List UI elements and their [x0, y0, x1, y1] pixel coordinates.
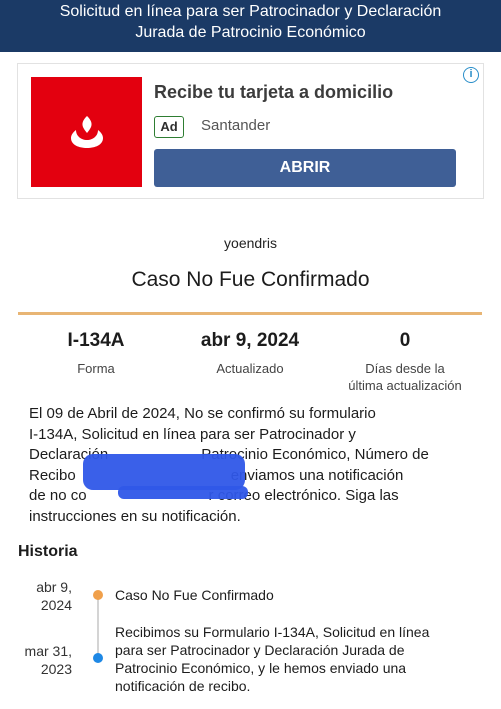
username: yoendris — [224, 235, 277, 251]
history-text: Recibimos su Formulario I-134A, Solicitu… — [115, 624, 430, 694]
ad-title[interactable]: Recibe tu tarjeta a domicilio — [154, 82, 393, 103]
stat-updated: abr 9, 2024 Actualizado — [175, 330, 325, 377]
description-line: instrucciones en su notificación. — [29, 507, 241, 525]
ad-brand: Santander — [201, 117, 271, 134]
redaction-mark — [118, 486, 248, 499]
app-header: Solicitud en línea para ser Patrocinador… — [0, 0, 501, 52]
stat-label: Actualizado — [216, 361, 284, 376]
timeline-dot — [93, 590, 103, 600]
ad-open-button[interactable]: ABRIR — [154, 149, 456, 187]
timeline-line — [97, 594, 99, 659]
stat-label: Forma — [77, 361, 115, 376]
stat-label: Días desde la última actualización — [330, 360, 480, 394]
stat-value: I-134A — [67, 330, 125, 351]
history-date: mar 31, 2023 — [24, 643, 72, 677]
description-line: I-134A, Solicitud en línea para ser Patr… — [29, 425, 356, 443]
divider — [18, 312, 482, 315]
stat-label-line1: Días desde la — [365, 361, 445, 376]
ad-banner[interactable]: Recibe tu tarjeta a domicilio Ad Santand… — [17, 63, 484, 199]
stat-label-line2: última actualización — [348, 378, 462, 393]
stat-value: abr 9, 2024 — [200, 330, 300, 351]
stat-form: I-134A Forma — [36, 330, 156, 377]
description-line: El 09 de Abril de 2024, No se confirmó s… — [29, 405, 376, 422]
stat-value: 0 — [399, 330, 411, 351]
santander-logo[interactable] — [31, 77, 142, 187]
history-text: Caso No Fue Confirmado — [115, 587, 274, 603]
case-status-title: Caso No Fue Confirmado — [131, 268, 370, 291]
timeline-dot — [93, 653, 103, 663]
history-date: abr 9, 2024 — [36, 579, 72, 613]
page-title-line1: Solicitud en línea para ser Patrocinador… — [59, 3, 442, 20]
ad-badge: Ad — [154, 116, 184, 138]
stat-days-since-update: 0 Días desde la última actualización — [330, 330, 480, 394]
redaction-mark — [83, 454, 245, 490]
page-title-line2: Jurada de Patrocinio Económico — [135, 24, 366, 41]
flame-icon — [70, 116, 103, 148]
history-heading: Historia — [18, 543, 78, 560]
info-icon[interactable]: i — [463, 67, 479, 83]
